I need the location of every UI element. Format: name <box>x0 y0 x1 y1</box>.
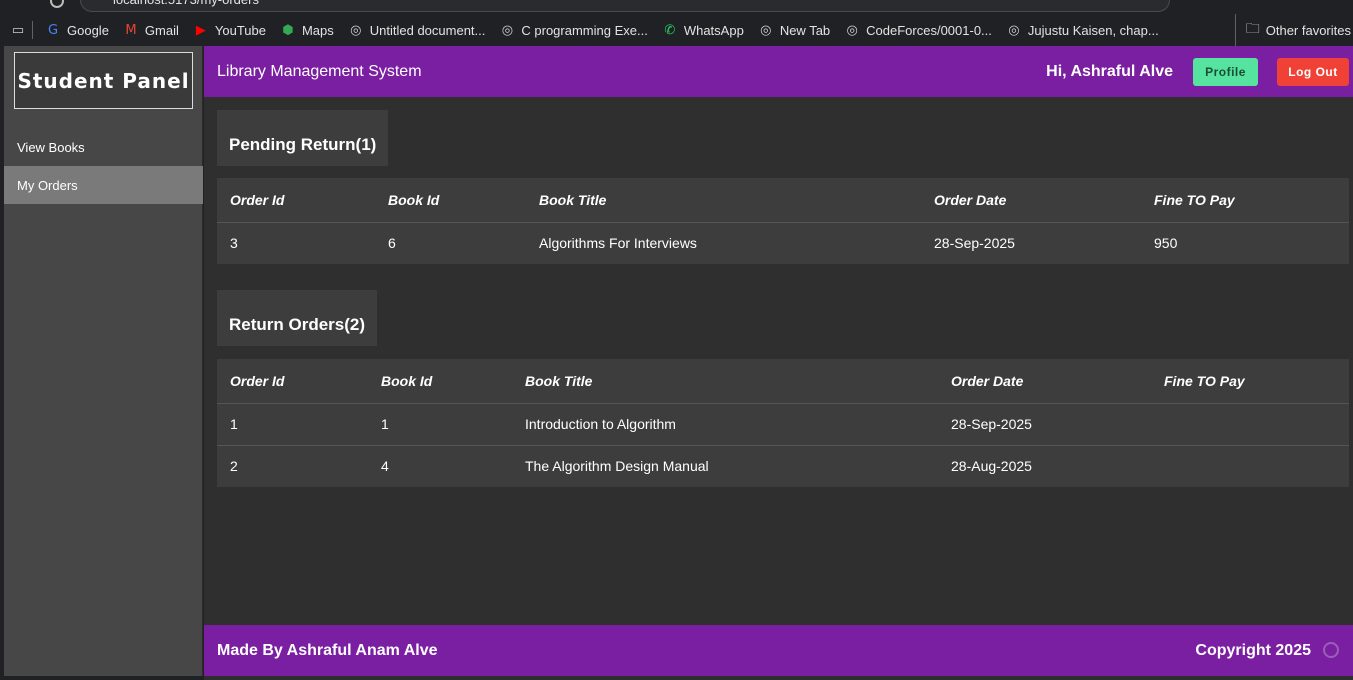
footer: Made By Ashraful Anam Alve Copyright 202… <box>204 625 1353 676</box>
bookmarks-divider <box>32 21 33 39</box>
table-header-row: Order Id Book Id Book Title Order Date F… <box>217 359 1349 404</box>
book-id-cell: 6 <box>388 235 396 252</box>
column-header: Fine TO Pay <box>1141 178 1349 223</box>
whatsapp-icon: ✆ <box>664 22 676 38</box>
address-bar[interactable]: localhost:5173/my-orders <box>80 0 1170 12</box>
column-header: Order Id <box>217 178 375 223</box>
folder-icon: 🗀 <box>1245 20 1260 36</box>
pending-return-table: Order Id Book Id Book Title Order Date F… <box>217 178 1349 264</box>
book-id-cell: 1 <box>368 403 512 446</box>
globe-icon: ◎ <box>350 22 362 38</box>
column-header: Order Date <box>938 359 1151 404</box>
column-header: Order Id <box>217 359 368 404</box>
bookmark-label: WhatsApp <box>683 22 744 38</box>
other-favorites-button[interactable]: 🗀 Other favorites <box>1234 14 1353 46</box>
main-content: Library Management System Hi, Ashraful A… <box>204 46 1353 680</box>
globe-icon: ◎ <box>760 22 772 38</box>
reload-icon[interactable] <box>50 0 64 8</box>
bookmark-label: New Tab <box>779 22 831 38</box>
return-orders-table: Order Id Book Id Book Title Order Date F… <box>217 359 1349 487</box>
bookmark-label: Jujustu Kaisen, chap... <box>1027 22 1159 38</box>
sidebar-item-my-orders[interactable]: My Orders <box>4 166 203 204</box>
bookmark-label: Maps <box>301 22 334 38</box>
bookmark-item[interactable]: M Gmail <box>123 22 179 38</box>
fine-cell <box>1151 445 1349 487</box>
sidebar-item-label: View Books <box>17 139 85 155</box>
app-title: Library Management System <box>217 63 422 80</box>
bookmark-item[interactable]: ◎ CodeForces/0001-0... <box>844 22 992 38</box>
bookmark-label: Gmail <box>144 22 179 38</box>
fine-cell: 950 <box>1154 235 1178 252</box>
book-title-cell: Introduction to Algorithm <box>512 403 938 446</box>
user-greeting: Hi, Ashraful Alve <box>1046 63 1173 80</box>
bookmark-item[interactable]: ▶ YouTube <box>193 22 266 38</box>
bookmark-item[interactable]: ◎ Jujustu Kaisen, chap... <box>1006 22 1159 38</box>
globe-icon: ◎ <box>846 22 858 38</box>
sidebar-item-view-books[interactable]: View Books <box>4 128 203 166</box>
bookmarks-bar: ▭ G Google M Gmail ▶ YouTube ⬢ Maps ◎ Untitled do… <box>0 14 1353 46</box>
table-row: 2 4 The Algorithm Design Manual 28-Aug-2… <box>217 445 1349 487</box>
order-date-cell: 28-Sep-2025 <box>934 235 1015 252</box>
book-title-cell: The Algorithm Design Manual <box>525 458 709 475</box>
book-id-cell: 4 <box>381 458 389 475</box>
sidebar-brand: Student Panel <box>14 52 193 109</box>
footer-credit: Made By Ashraful Anam Alve <box>217 642 438 659</box>
order-id-cell: 1 <box>217 403 368 446</box>
logout-button[interactable]: Log Out <box>1277 58 1349 86</box>
column-header: Book Title <box>512 359 938 404</box>
table-row: 3 6 Algorithms For Interviews 28-Sep-202… <box>217 222 1349 264</box>
bookmark-item[interactable]: ◎ C programming Exe... <box>499 22 648 38</box>
bookmark-label: Google <box>67 22 109 38</box>
column-header: Book Title <box>526 178 921 223</box>
bookmark-item[interactable]: ✆ WhatsApp <box>662 22 744 38</box>
tab-actions-icon[interactable]: ▭ <box>10 22 26 38</box>
top-header: Library Management System Hi, Ashraful A… <box>204 46 1353 97</box>
book-title-cell: Algorithms For Interviews <box>539 235 697 252</box>
order-date-cell: 28-Sep-2025 <box>938 403 1151 446</box>
profile-button[interactable]: Profile <box>1193 58 1258 86</box>
bookmark-list: G Google M Gmail ▶ YouTube ⬢ Maps ◎ Untitled docu… <box>45 22 1173 38</box>
sidebar-item-label: My Orders <box>17 177 78 193</box>
globe-icon: ◎ <box>1008 22 1020 38</box>
pending-return-heading: Pending Return(1) <box>217 110 389 166</box>
bookmark-item[interactable]: ⬢ Maps <box>280 22 334 38</box>
globe-icon: ◎ <box>501 22 514 38</box>
column-header: Book Id <box>368 359 512 404</box>
column-header: Order Date <box>921 178 1141 223</box>
order-id-cell: 2 <box>230 458 238 475</box>
maps-icon: ⬢ <box>282 22 294 38</box>
browser-toolbar: localhost:5173/my-orders <box>0 0 1353 14</box>
youtube-icon: ▶ <box>195 22 206 38</box>
bookmark-label: Untitled document... <box>369 22 486 38</box>
column-header: Fine TO Pay <box>1151 359 1349 404</box>
bookmark-item[interactable]: ◎ New Tab <box>758 22 830 38</box>
other-favorites-label: Other favorites <box>1265 22 1351 38</box>
order-id-cell: 3 <box>230 235 238 252</box>
sidebar: Student Panel View Books My Orders <box>4 46 203 676</box>
return-orders-heading: Return Orders(2) <box>217 290 378 346</box>
gmail-icon: M <box>125 22 137 38</box>
google-icon: G <box>47 22 59 38</box>
bookmark-label: YouTube <box>214 22 266 38</box>
column-header: Book Id <box>375 178 526 223</box>
bookmark-label: C programming Exe... <box>521 22 648 38</box>
table-row: 1 1 Introduction to Algorithm 28-Sep-202… <box>217 403 1349 446</box>
bookmark-item[interactable]: G Google <box>45 22 109 38</box>
bookmark-item[interactable]: ◎ Untitled document... <box>348 22 486 38</box>
bookmark-label: CodeForces/0001-0... <box>866 22 992 38</box>
table-header-row: Order Id Book Id Book Title Order Date F… <box>217 178 1349 223</box>
footer-copyright: Copyright 2025 <box>1195 642 1311 659</box>
fine-cell <box>1151 403 1349 446</box>
settings-icon[interactable] <box>1323 642 1339 658</box>
order-date-cell: 28-Aug-2025 <box>951 458 1032 475</box>
